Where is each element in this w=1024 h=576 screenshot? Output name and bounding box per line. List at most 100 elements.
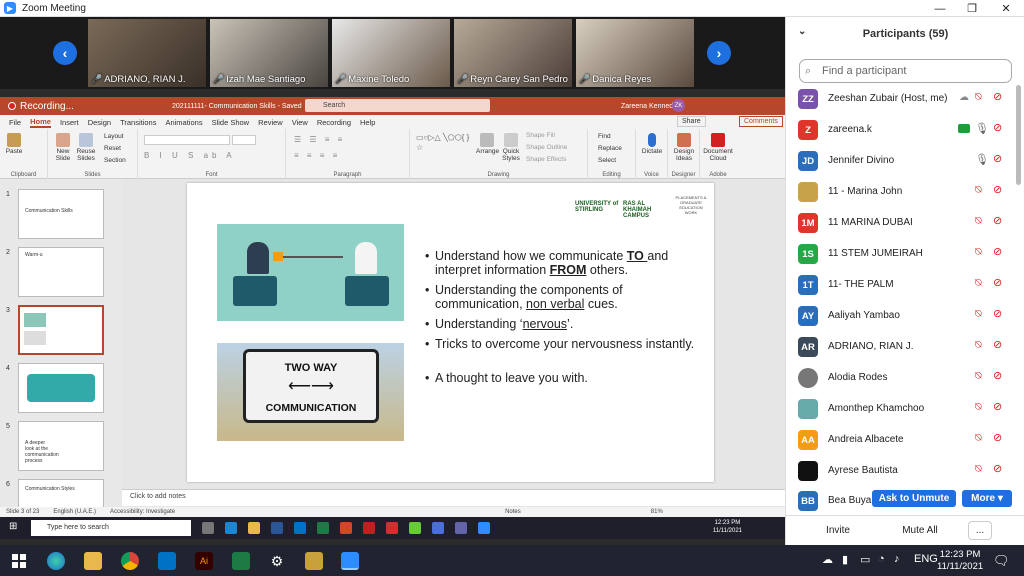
reset-button[interactable]: Reset bbox=[104, 145, 121, 152]
dictate-button[interactable]: Dictate bbox=[640, 133, 664, 155]
battery-tray-icon[interactable]: ▭ bbox=[860, 553, 870, 566]
find-participant-input[interactable]: ⌕ Find a participant bbox=[799, 59, 1012, 83]
shapes-gallery[interactable]: ▭○▷△ ╲⬠⬡{ }☆ bbox=[416, 133, 472, 163]
tab-home[interactable]: Home bbox=[30, 117, 51, 128]
tab-slide-show[interactable]: Slide Show bbox=[212, 118, 250, 127]
video-off-icon[interactable]: ⊘ bbox=[993, 214, 1002, 227]
zoom-level[interactable]: 81% bbox=[651, 509, 663, 515]
mute-all-button[interactable]: Mute All bbox=[890, 521, 950, 540]
font-name-input[interactable] bbox=[144, 135, 230, 145]
file-explorer-icon[interactable] bbox=[84, 552, 102, 570]
next-page-button[interactable]: › bbox=[707, 41, 731, 65]
layout-button[interactable]: Layout bbox=[104, 133, 124, 140]
video-off-icon[interactable]: ⊘ bbox=[993, 121, 1002, 134]
participant-row[interactable]: Ayrese Bautista ⍉ ⊘ bbox=[786, 456, 1014, 487]
minimize-button[interactable]: — bbox=[924, 0, 956, 17]
shape-effects-button[interactable]: Shape Effects bbox=[526, 156, 566, 163]
participant-row[interactable]: 1M 11 MARINA DUBAI ⍉ ⊘ bbox=[786, 208, 1014, 239]
comments-button[interactable]: Comments bbox=[739, 116, 783, 127]
tab-recording[interactable]: Recording bbox=[317, 118, 351, 127]
avatar[interactable]: ZK bbox=[672, 99, 685, 112]
tab-design[interactable]: Design bbox=[88, 118, 111, 127]
participant-row[interactable]: Amonthep Khamchoo ⍉ ⊘ bbox=[786, 394, 1014, 425]
participant-row[interactable]: AY Aaliyah Yambao ⍉ ⊘ bbox=[786, 301, 1014, 332]
notes-pane[interactable]: Click to add notes bbox=[122, 489, 785, 506]
slide-thumbnail[interactable] bbox=[18, 363, 104, 413]
muted-mic-icon[interactable]: ⍉ bbox=[975, 401, 982, 414]
language-indicator[interactable]: English (U.A.E.) bbox=[53, 509, 96, 515]
participant-row[interactable]: ZZ Zeeshan Zubair (Host, me) ☁ ⍉ ⊘ bbox=[786, 84, 1014, 115]
video-off-icon[interactable]: ⊘ bbox=[993, 245, 1002, 258]
video-tile[interactable]: 🎤 Reyn Carey San Pedro bbox=[454, 19, 572, 87]
taskbar-clock[interactable]: 12:23 PM 11/11/2021 bbox=[937, 549, 983, 573]
outlook-icon[interactable] bbox=[158, 552, 176, 570]
scrollbar[interactable] bbox=[1016, 85, 1021, 185]
video-off-icon[interactable]: ⊘ bbox=[993, 369, 1002, 382]
tab-help[interactable]: Help bbox=[360, 118, 375, 127]
slide[interactable]: UNIVERSITY of STIRLING RAS AL KHAIMAH CA… bbox=[187, 183, 714, 482]
video-off-icon[interactable]: ⊘ bbox=[993, 183, 1002, 196]
ppt-search[interactable]: Search bbox=[305, 99, 490, 112]
video-off-icon[interactable]: ⊘ bbox=[993, 90, 1002, 103]
font-size-input[interactable] bbox=[232, 135, 256, 145]
quick-styles-button[interactable]: Quick Styles bbox=[500, 133, 522, 162]
section-button[interactable]: Section bbox=[104, 157, 126, 164]
shape-fill-button[interactable]: Shape Fill bbox=[526, 132, 555, 139]
video-off-icon[interactable]: ⊘ bbox=[993, 338, 1002, 351]
participant-row[interactable]: Z zareena.k 🎙 ⊘ bbox=[786, 115, 1014, 146]
video-off-icon[interactable]: ⊘ bbox=[993, 400, 1002, 413]
find-button[interactable]: Find bbox=[598, 133, 611, 140]
mic-icon[interactable]: 🎙 bbox=[975, 122, 989, 135]
network-tray-icon[interactable]: ◔ bbox=[878, 553, 885, 565]
arrange-button[interactable]: Arrange bbox=[476, 133, 499, 155]
video-off-icon[interactable]: ⊘ bbox=[993, 152, 1002, 165]
list-buttons[interactable]: ☰ ☰ ≡ ≡ bbox=[294, 135, 345, 144]
new-slide-button[interactable]: New Slide bbox=[52, 133, 74, 162]
accessibility-indicator[interactable]: Accessibility: Investigate bbox=[110, 509, 175, 515]
more-options-button[interactable]: ... bbox=[968, 521, 992, 540]
tab-review[interactable]: Review bbox=[258, 118, 283, 127]
maximize-button[interactable]: ❐ bbox=[956, 0, 988, 17]
invite-button[interactable]: Invite bbox=[816, 521, 860, 540]
video-tile[interactable]: 🎤 Izah Mae Santiago bbox=[210, 19, 328, 87]
collapse-chevron-icon[interactable]: ⌄ bbox=[798, 26, 806, 37]
muted-mic-icon[interactable]: ⍉ bbox=[975, 339, 982, 352]
prev-page-button[interactable]: ‹ bbox=[53, 41, 77, 65]
slide-thumbnail[interactable]: Communication Styles bbox=[18, 479, 104, 508]
muted-mic-icon[interactable]: ⍉ bbox=[975, 432, 982, 445]
slide-thumbnail[interactable]: A deeper look at the communication proce… bbox=[18, 421, 104, 471]
reuse-slides-button[interactable]: Reuse Slides bbox=[76, 133, 96, 162]
participant-row[interactable]: Alodia Rodes ⍉ ⊘ bbox=[786, 363, 1014, 394]
app-icon[interactable] bbox=[305, 552, 323, 570]
video-tile[interactable]: 🎤 Maxine Toledo bbox=[332, 19, 450, 87]
video-off-icon[interactable]: ⊘ bbox=[993, 276, 1002, 289]
share-button[interactable]: Share bbox=[677, 116, 706, 127]
muted-mic-icon[interactable]: ⍉ bbox=[975, 246, 982, 259]
muted-mic-icon[interactable]: ⍉ bbox=[975, 184, 982, 197]
align-buttons[interactable]: ≡ ≡ ≡ ≡ bbox=[294, 151, 340, 160]
select-button[interactable]: Select bbox=[598, 157, 616, 164]
font-format-buttons[interactable]: B I U S ab A bbox=[144, 151, 236, 160]
paste-button[interactable]: Paste bbox=[5, 133, 23, 155]
video-tile[interactable]: 🎤 Danica Reyes bbox=[576, 19, 694, 87]
video-tile[interactable]: 🎤 ADRIANO, RIAN J. bbox=[88, 19, 206, 87]
muted-mic-icon[interactable]: ⍉ bbox=[975, 370, 982, 383]
slide-thumbnail-selected[interactable] bbox=[18, 305, 104, 355]
participant-row[interactable]: 1T 11- THE PALM ⍉ ⊘ bbox=[786, 270, 1014, 301]
mic-icon[interactable]: 🎙 bbox=[975, 153, 989, 166]
muted-mic-icon[interactable]: ⍉ bbox=[975, 308, 982, 321]
tab-view[interactable]: View bbox=[292, 118, 308, 127]
settings-gear-icon[interactable]: ⚙ bbox=[268, 552, 286, 570]
slide-thumbnail[interactable]: Warm-u bbox=[18, 247, 104, 297]
document-cloud-button[interactable]: Document Cloud bbox=[703, 133, 733, 162]
muted-mic-icon[interactable]: ⍉ bbox=[975, 277, 982, 290]
windows-start-button[interactable] bbox=[12, 553, 26, 568]
shape-outline-button[interactable]: Shape Outline bbox=[526, 144, 567, 151]
design-ideas-button[interactable]: Design Ideas bbox=[671, 133, 697, 162]
illustrator-icon[interactable]: Ai bbox=[195, 552, 213, 570]
usb-tray-icon[interactable]: ▮ bbox=[842, 553, 848, 566]
notes-toggle[interactable]: Notes bbox=[505, 509, 521, 515]
participant-row[interactable]: JD Jennifer Divino 🎙 ⊘ bbox=[786, 146, 1014, 177]
muted-mic-icon[interactable]: ⍉ bbox=[975, 463, 982, 476]
participant-row[interactable]: AA Andreia Albacete ⍉ ⊘ bbox=[786, 425, 1014, 456]
